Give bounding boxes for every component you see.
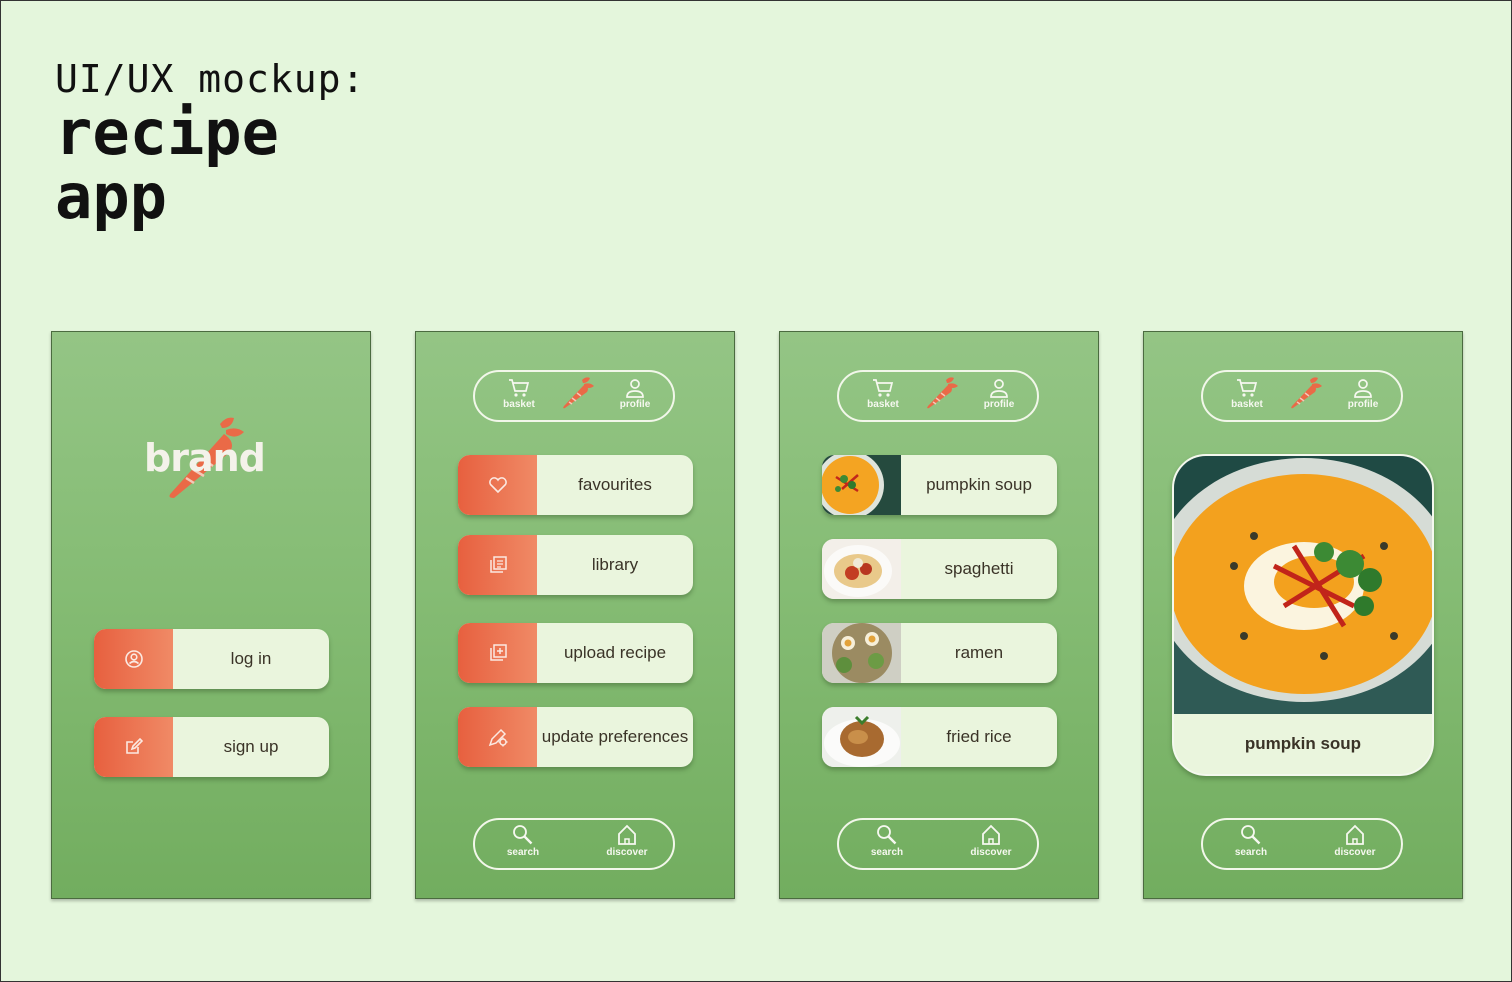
recipe-item-spaghetti[interactable]: spaghetti bbox=[822, 539, 1057, 599]
recipe-item-fried-rice[interactable]: fried rice bbox=[822, 707, 1057, 767]
heading-line3: app bbox=[55, 160, 167, 233]
nav-search-label: search bbox=[870, 847, 904, 858]
heading-line1: UI/UX mockup: bbox=[55, 57, 366, 101]
spaghetti-thumbnail bbox=[822, 539, 901, 599]
recipe-label: ramen bbox=[954, 643, 1004, 662]
menu-item-upload-recipe[interactable]: upload recipe bbox=[458, 623, 693, 683]
nav-profile-label: profile bbox=[983, 399, 1015, 410]
fried-rice-thumbnail bbox=[822, 707, 901, 767]
nav-discover[interactable]: discover bbox=[961, 824, 1021, 858]
nav-profile-label: profile bbox=[619, 399, 651, 410]
search-icon bbox=[1241, 825, 1261, 845]
heading-line2: recipe bbox=[55, 96, 279, 169]
nav-home-logo[interactable] bbox=[1274, 376, 1334, 412]
signup-label: sign up bbox=[223, 737, 279, 756]
library-icon bbox=[489, 556, 507, 573]
recipe-item-pumpkin-soup[interactable]: pumpkin soup bbox=[822, 455, 1057, 515]
screen-recipe-list: basket profile pumpkin soup spaghetti ra… bbox=[779, 331, 1099, 899]
nav-profile[interactable]: profile bbox=[969, 378, 1029, 410]
recipe-caption: pumpkin soup bbox=[1244, 734, 1362, 753]
nav-profile[interactable]: profile bbox=[605, 378, 665, 410]
nav-discover-label: discover bbox=[1334, 847, 1376, 858]
top-navbar: basket profile bbox=[473, 370, 675, 422]
login-button[interactable]: log in bbox=[94, 629, 329, 689]
recipe-label: pumpkin soup bbox=[926, 475, 1032, 494]
preferences-icon bbox=[488, 728, 507, 747]
pumpkin-soup-thumbnail bbox=[822, 455, 901, 515]
nav-home-logo[interactable] bbox=[910, 376, 970, 412]
signup-button[interactable]: sign up bbox=[94, 717, 329, 777]
menu-item-library[interactable]: library bbox=[458, 535, 693, 595]
screen-menu: basket profile favourites library upload… bbox=[415, 331, 735, 899]
mockup-heading: UI/UX mockup: recipe app bbox=[55, 57, 365, 229]
menu-label: upload recipe bbox=[563, 643, 667, 662]
nav-discover-label: discover bbox=[970, 847, 1012, 858]
login-label: log in bbox=[230, 649, 272, 668]
nav-search[interactable]: search bbox=[857, 824, 917, 858]
nav-discover-label: discover bbox=[606, 847, 648, 858]
top-navbar: basket profile bbox=[1201, 370, 1403, 422]
recipe-label: fried rice bbox=[946, 727, 1012, 746]
menu-item-favourites[interactable]: favourites bbox=[458, 455, 693, 515]
nav-search-label: search bbox=[1234, 847, 1268, 858]
bottom-navbar: search discover bbox=[837, 818, 1039, 870]
home-icon bbox=[982, 824, 1000, 845]
nav-profile-label: profile bbox=[1347, 399, 1379, 410]
upload-icon bbox=[489, 644, 507, 661]
nav-basket[interactable]: basket bbox=[1217, 378, 1277, 410]
profile-icon bbox=[1354, 379, 1372, 398]
nav-search[interactable]: search bbox=[493, 824, 553, 858]
nav-discover[interactable]: discover bbox=[1325, 824, 1385, 858]
recipe-hero-card[interactable]: pumpkin soup bbox=[1172, 454, 1434, 776]
carrot-icon bbox=[1291, 377, 1322, 409]
brand-name: brand bbox=[144, 436, 266, 480]
carrot-icon bbox=[927, 377, 958, 409]
pumpkin-soup-image bbox=[1174, 456, 1432, 714]
recipe-label: spaghetti bbox=[944, 559, 1014, 578]
recipe-item-ramen[interactable]: ramen bbox=[822, 623, 1057, 683]
nav-search-label: search bbox=[506, 847, 540, 858]
nav-basket[interactable]: basket bbox=[489, 378, 549, 410]
nav-search[interactable]: search bbox=[1221, 824, 1281, 858]
carrot-icon bbox=[563, 377, 594, 409]
profile-icon bbox=[626, 379, 644, 398]
screen-login: brand log in sign up bbox=[51, 331, 371, 899]
basket-icon bbox=[509, 379, 530, 397]
search-icon bbox=[513, 825, 533, 845]
edit-icon bbox=[125, 737, 143, 754]
home-icon bbox=[618, 824, 636, 845]
profile-icon bbox=[990, 379, 1008, 398]
nav-profile[interactable]: profile bbox=[1333, 378, 1393, 410]
menu-label: favourites bbox=[578, 475, 652, 494]
nav-basket-label: basket bbox=[867, 399, 899, 410]
basket-icon bbox=[873, 379, 894, 397]
nav-basket[interactable]: basket bbox=[853, 378, 913, 410]
search-icon bbox=[877, 825, 897, 845]
nav-basket-label: basket bbox=[503, 399, 535, 410]
bottom-navbar: search discover bbox=[473, 818, 675, 870]
menu-item-update-preferences[interactable]: update preferences bbox=[458, 707, 693, 767]
basket-icon bbox=[1237, 379, 1258, 397]
user-circle-icon bbox=[124, 650, 143, 668]
top-navbar: basket profile bbox=[837, 370, 1039, 422]
ramen-thumbnail bbox=[822, 623, 901, 683]
screen-recipe-detail: basket profile pumpkin soup search disco… bbox=[1143, 331, 1463, 899]
nav-basket-label: basket bbox=[1231, 399, 1263, 410]
home-icon bbox=[1346, 824, 1364, 845]
menu-label: update preferences bbox=[541, 727, 689, 746]
nav-discover[interactable]: discover bbox=[597, 824, 657, 858]
brand-logo: brand bbox=[142, 416, 282, 506]
menu-label: library bbox=[591, 555, 639, 574]
bottom-navbar: search discover bbox=[1201, 818, 1403, 870]
heart-icon bbox=[488, 477, 507, 494]
nav-home-logo[interactable] bbox=[546, 376, 606, 412]
